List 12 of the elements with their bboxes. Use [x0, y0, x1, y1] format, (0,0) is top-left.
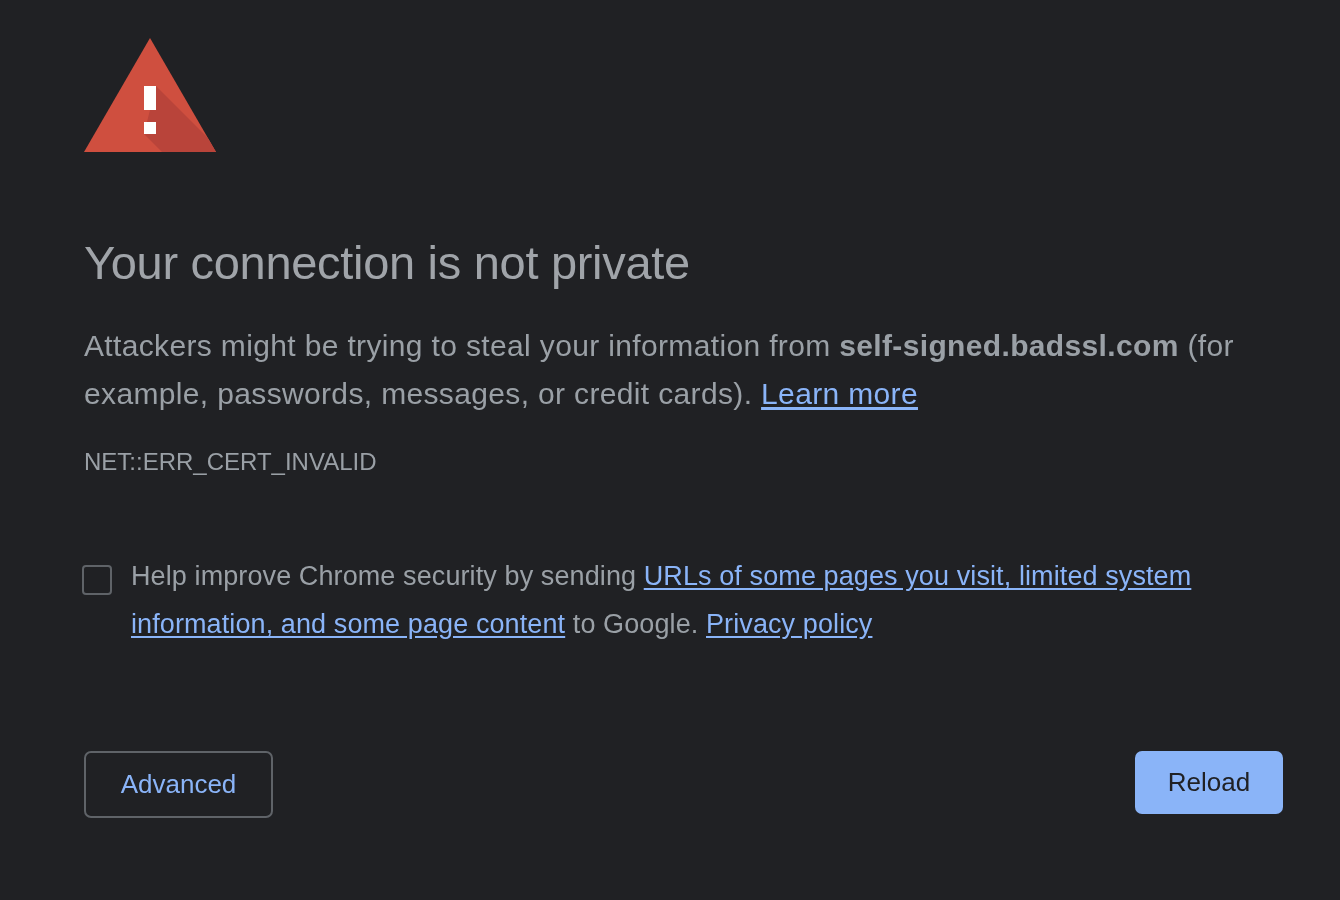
- details-link[interactable]: information, and some page content: [131, 609, 566, 639]
- page-heading: Your connection is not private: [84, 235, 690, 291]
- details-link[interactable]: URLs of some pages you visit, limited system: [643, 561, 1192, 591]
- learn-more-link[interactable]: Learn more: [761, 377, 918, 410]
- report-checkbox[interactable]: [82, 565, 112, 595]
- details-link[interactable]: Privacy policy: [706, 609, 873, 639]
- advanced-button[interactable]: Advanced: [84, 751, 273, 818]
- warning-message: Attackers might be trying to steal your information from self-signed.badssl.com (for example, passwords, messages, or credit cards). Learn more: [84, 328, 1235, 412]
- consent-text: Help improve Chrome security by sending URLs of some pages you visit, limited system information, and some page content to Google. Privacy policy: [131, 560, 1192, 641]
- error-code: NET::ERR_CERT_INVALID: [84, 447, 377, 477]
- reload-button[interactable]: Reload: [1135, 751, 1283, 814]
- warning-icon: [84, 38, 216, 152]
